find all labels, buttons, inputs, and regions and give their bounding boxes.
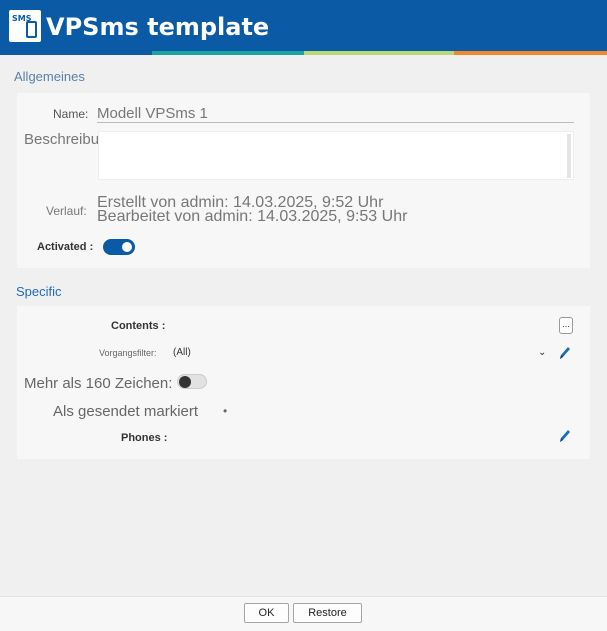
history-modified: Bearbeitet von admin: 14.03.2025, 9:53 U… xyxy=(97,208,408,225)
window-title: VPSms template xyxy=(46,13,270,41)
name-label: Name: xyxy=(53,107,89,121)
dialog-footer: OK Restore xyxy=(0,596,607,631)
contents-label: Contents : xyxy=(111,320,166,332)
sms-app-icon: SMS xyxy=(9,10,41,42)
section-title-specific: Specific xyxy=(16,284,62,299)
description-scrollbar[interactable] xyxy=(567,134,571,178)
accent-stripe-green xyxy=(304,51,454,55)
filter-label: Vorgangsfilter: xyxy=(99,348,157,358)
filter-select[interactable]: (All) xyxy=(173,347,191,358)
long-sms-toggle[interactable] xyxy=(177,374,207,389)
edit-phones-pencil-icon[interactable] xyxy=(558,428,572,444)
description-textarea[interactable] xyxy=(98,131,574,180)
name-input-underline xyxy=(97,122,574,123)
restore-button[interactable]: Restore xyxy=(293,603,362,623)
mark-sent-bullet[interactable]: • xyxy=(223,404,227,418)
accent-stripe-blue xyxy=(0,51,152,55)
name-input[interactable]: Modell VPSms 1 xyxy=(97,105,208,122)
phones-label: Phones : xyxy=(121,432,168,444)
activated-toggle[interactable] xyxy=(103,239,135,255)
activated-label: Activated : xyxy=(37,241,94,253)
section-title-general: Allgemeines xyxy=(14,69,85,84)
phone-icon xyxy=(26,21,37,38)
edit-filter-pencil-icon[interactable] xyxy=(558,345,572,361)
long-sms-label: Mehr als 160 Zeichen: xyxy=(24,375,173,392)
mark-sent-label: Als gesendet markiert xyxy=(53,403,199,420)
history-label: Verlauf: xyxy=(46,204,87,218)
accent-stripe-teal xyxy=(152,51,304,55)
title-bar: SMS VPSms template xyxy=(0,0,607,52)
contents-browse-button[interactable]: ... xyxy=(559,317,573,334)
toggle-knob xyxy=(179,376,191,388)
toggle-knob xyxy=(122,242,132,252)
chevron-down-icon[interactable]: ⌄ xyxy=(538,347,546,358)
ok-button[interactable]: OK xyxy=(244,603,289,623)
accent-stripe-orange xyxy=(454,51,607,55)
